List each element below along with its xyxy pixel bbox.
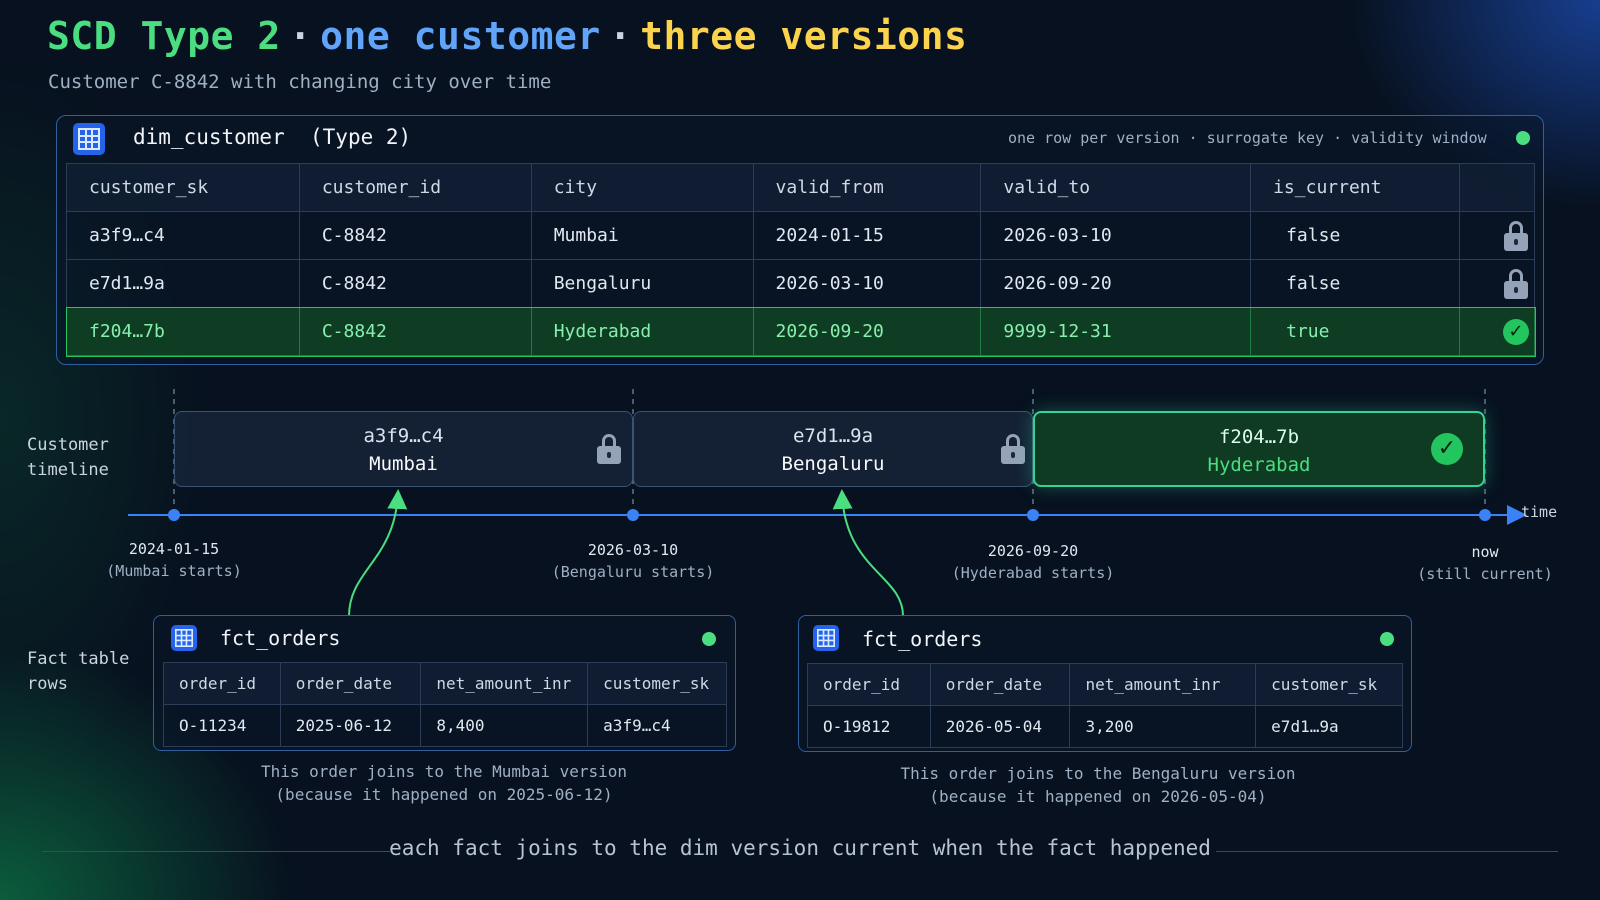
- version-sk: e7d1…9a: [792, 425, 874, 447]
- cell-order-date: 2025-06-12: [279, 704, 422, 747]
- tick-date: now: [1471, 543, 1499, 561]
- version-box-bengaluru: e7d1…9a Bengaluru: [633, 411, 1033, 487]
- table-grid-icon: [171, 625, 197, 651]
- fact-label-line: Fact table: [27, 649, 130, 669]
- lock-icon: [1001, 434, 1025, 464]
- tick-note: (Hyderabad starts): [951, 564, 1115, 582]
- fact-caption-2: This order joins to the Bengaluru versio…: [848, 762, 1348, 808]
- version-city: Hyderabad: [1207, 454, 1311, 476]
- cell-net-amount: 8,400: [420, 704, 589, 747]
- version-city: Bengaluru: [781, 453, 885, 475]
- tick-label: now (still current): [1385, 541, 1585, 585]
- tick-label: 2026-09-20 (Hyderabad starts): [933, 540, 1133, 584]
- version-sk: f204…7b: [1218, 426, 1300, 448]
- time-axis-label: time: [1521, 503, 1558, 521]
- tick-note: (Bengaluru starts): [551, 563, 715, 581]
- lock-icon: [597, 434, 621, 464]
- table-row: O-11234 2025-06-12 8,400 a3f9…c4: [163, 704, 727, 747]
- table-grid-icon: [813, 625, 839, 651]
- version-box-hyderabad: f204…7b Hyderabad ✓: [1033, 411, 1485, 487]
- caption-line: This order joins to the Bengaluru versio…: [900, 764, 1296, 783]
- column-header: customer_sk: [587, 662, 727, 705]
- cell-order-date: 2026-05-04: [929, 705, 1071, 748]
- caption-line: (because it happened on 2026-05-04): [929, 787, 1267, 806]
- table-row: O-19812 2026-05-04 3,200 e7d1…9a: [807, 705, 1403, 748]
- fact-table-title: fct_orders: [220, 626, 341, 650]
- tick-label: 2026-03-10 (Bengaluru starts): [533, 539, 733, 583]
- tick-label: 2024-01-15 (Mumbai starts): [74, 538, 274, 582]
- column-header: order_date: [279, 662, 422, 705]
- column-header: net_amount_inr: [1069, 663, 1257, 706]
- version-city: Mumbai: [369, 453, 438, 475]
- cell-order-id: O-19812: [807, 705, 931, 748]
- fact-table-title: fct_orders: [862, 627, 983, 651]
- tick-date: 2026-03-10: [587, 541, 679, 559]
- check-icon: ✓: [1431, 433, 1463, 465]
- join-arrow-bengaluru: [832, 489, 904, 617]
- cell-order-id: O-11234: [163, 704, 281, 747]
- tick-note: (Mumbai starts): [106, 562, 242, 580]
- version-box-mumbai: a3f9…c4 Mumbai: [174, 411, 633, 487]
- fact-caption-1: This order joins to the Mumbai version (…: [194, 760, 694, 806]
- tick-note: (still current): [1417, 565, 1553, 583]
- column-header: order_id: [163, 662, 281, 705]
- status-dot-icon: [1380, 632, 1394, 646]
- join-arrow-mumbai: [348, 489, 408, 617]
- cell-customer-sk: e7d1…9a: [1255, 705, 1403, 748]
- table-header-row: order_id order_date net_amount_inr custo…: [807, 663, 1403, 706]
- fact-label-line: rows: [27, 674, 68, 694]
- cell-net-amount: 3,200: [1069, 705, 1257, 748]
- cell-customer-sk: a3f9…c4: [587, 704, 727, 747]
- column-header: order_id: [807, 663, 931, 706]
- fact-rows-label: Fact table rows: [27, 647, 129, 697]
- fact-orders-table-1: order_id order_date net_amount_inr custo…: [163, 662, 727, 747]
- table-header-row: order_id order_date net_amount_inr custo…: [163, 662, 727, 705]
- tick-date: 2026-09-20: [987, 542, 1079, 560]
- caption-line: (because it happened on 2025-06-12): [275, 785, 613, 804]
- status-dot-icon: [702, 632, 716, 646]
- caption-line: This order joins to the Mumbai version: [260, 762, 628, 781]
- fact-orders-table-2: order_id order_date net_amount_inr custo…: [807, 663, 1403, 748]
- column-header: customer_sk: [1255, 663, 1403, 706]
- column-header: net_amount_inr: [420, 662, 589, 705]
- tick-date: 2024-01-15: [128, 540, 220, 558]
- footer-takeaway: each fact joins to the dim version curre…: [389, 836, 1211, 860]
- version-sk: a3f9…c4: [363, 425, 444, 447]
- column-header: order_date: [929, 663, 1071, 706]
